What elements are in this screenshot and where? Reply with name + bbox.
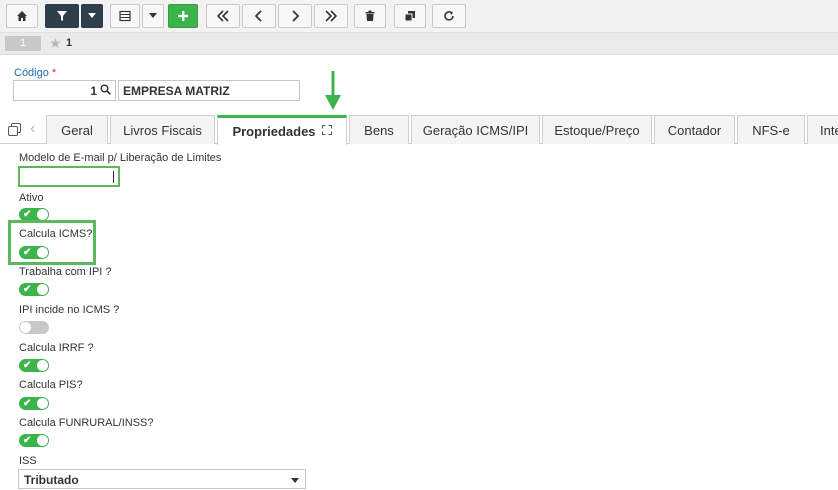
check-icon: ✔	[23, 247, 32, 258]
check-icon: ✔	[23, 398, 32, 409]
expand-icon[interactable]	[321, 125, 332, 138]
calcula-funrural-label: Calcula FUNRURAL/INSS?	[19, 417, 154, 429]
toggle-knob	[37, 247, 48, 258]
record-number-badge[interactable]: 1	[5, 36, 41, 51]
iss-label: ISS	[19, 455, 37, 467]
toggle-knob	[20, 322, 31, 333]
delete-button[interactable]	[354, 4, 386, 28]
filter-button[interactable]	[45, 4, 79, 28]
tab-label: Bens	[364, 122, 394, 138]
codigo-label-text: Código	[14, 67, 49, 79]
tab-label: NFS-e	[752, 122, 790, 138]
caret-down-icon	[149, 13, 157, 18]
trash-icon	[365, 10, 375, 21]
plus-icon	[178, 11, 188, 21]
toolbar	[0, 0, 838, 33]
iss-selected-value: Tributado	[24, 473, 79, 487]
copy-icon	[404, 11, 415, 22]
tab-geracao-icms-ipi[interactable]: Geração ICMS/IPI	[411, 115, 540, 144]
email-model-label: Modelo de E-mail p/ Liberação de Limites	[19, 152, 222, 164]
toggle-knob	[37, 435, 48, 446]
copy-button[interactable]	[394, 4, 426, 28]
tab-label: Livros Fiscais	[123, 122, 202, 138]
tab-label: Propriedades	[232, 124, 316, 139]
tab-livros-fiscais[interactable]: Livros Fiscais	[110, 115, 215, 144]
home-icon	[17, 11, 27, 21]
ativo-label: Ativo	[19, 192, 44, 204]
check-icon: ✔	[23, 435, 32, 446]
tab-bar: ‹ Geral Livros Fiscais Propriedades Bens…	[0, 115, 838, 145]
toggle-knob	[37, 398, 48, 409]
calcula-pis-label: Calcula PIS?	[19, 379, 83, 391]
tab-scroll-left-icon[interactable]: ‹	[30, 120, 35, 138]
tab-nfs-e[interactable]: NFS-e	[737, 115, 805, 144]
toggle-knob	[37, 360, 48, 371]
ipi-incide-icms-toggle[interactable]	[19, 321, 49, 334]
email-model-input[interactable]	[18, 166, 120, 187]
add-button[interactable]	[168, 4, 198, 28]
search-icon[interactable]	[100, 84, 111, 98]
text-caret	[113, 171, 114, 183]
calcula-icms-label: Calcula ICMS?	[19, 228, 93, 240]
double-chevron-left-icon	[216, 10, 229, 22]
duplicate-window-icon[interactable]	[8, 123, 21, 139]
last-record-button[interactable]	[314, 4, 348, 28]
tab-contador[interactable]: Contador	[654, 115, 735, 144]
favorite-count: 1	[66, 37, 73, 49]
annotation-arrow-icon	[325, 71, 341, 114]
ipi-incide-icms-label: IPI incide no ICMS ?	[19, 304, 120, 316]
tab-propriedades[interactable]: Propriedades	[217, 115, 347, 145]
double-chevron-right-icon	[325, 10, 338, 22]
caret-down-icon	[88, 13, 96, 18]
check-icon: ✔	[23, 284, 32, 295]
tab-label: Geral	[61, 122, 93, 138]
toggle-knob	[37, 209, 48, 220]
chevron-left-icon	[254, 10, 262, 22]
empresa-name-field: EMPRESA MATRIZ	[118, 80, 300, 101]
list-icon	[119, 10, 131, 22]
record-bar: 1 ★ 1	[0, 33, 838, 55]
tab-estoque-preco[interactable]: Estoque/Preço	[542, 115, 652, 144]
first-record-button[interactable]	[206, 4, 240, 28]
chevron-right-icon	[292, 10, 300, 22]
calcula-funrural-toggle[interactable]: ✔	[19, 434, 49, 447]
codigo-label: Código *	[14, 67, 56, 79]
tab-label: Inte	[820, 122, 838, 138]
tab-label: Estoque/Preço	[554, 122, 640, 138]
list-view-dropdown-button[interactable]	[142, 4, 164, 28]
next-record-button[interactable]	[278, 4, 312, 28]
tab-geral[interactable]: Geral	[46, 115, 108, 144]
annotation-highlight-box	[8, 220, 96, 265]
required-mark: *	[51, 67, 57, 79]
trabalha-ipi-toggle[interactable]: ✔	[19, 283, 49, 296]
calcula-icms-toggle[interactable]: ✔	[19, 246, 49, 259]
tab-label: Contador	[667, 122, 722, 138]
codigo-input[interactable]: 1	[13, 80, 116, 101]
tab-integracao[interactable]: Inte	[807, 115, 838, 144]
calcula-irrf-label: Calcula IRRF ?	[19, 342, 94, 354]
iss-select[interactable]: Tributado	[18, 469, 306, 489]
trabalha-ipi-label: Trabalha com IPI ?	[19, 266, 112, 278]
check-icon: ✔	[23, 360, 32, 371]
caret-down-icon	[291, 478, 299, 483]
list-view-button[interactable]	[110, 4, 140, 28]
calcula-irrf-toggle[interactable]: ✔	[19, 359, 49, 372]
home-button[interactable]	[6, 4, 38, 28]
codigo-value: 1	[90, 84, 97, 98]
refresh-icon	[444, 11, 454, 21]
filter-icon	[57, 11, 67, 21]
previous-record-button[interactable]	[242, 4, 276, 28]
calcula-pis-toggle[interactable]: ✔	[19, 397, 49, 410]
toggle-knob	[37, 284, 48, 295]
refresh-button[interactable]	[432, 4, 466, 28]
tab-label: Geração ICMS/IPI	[422, 122, 529, 138]
filter-dropdown-button[interactable]	[81, 4, 103, 28]
tab-bens[interactable]: Bens	[349, 115, 409, 144]
star-icon[interactable]: ★	[49, 35, 62, 51]
